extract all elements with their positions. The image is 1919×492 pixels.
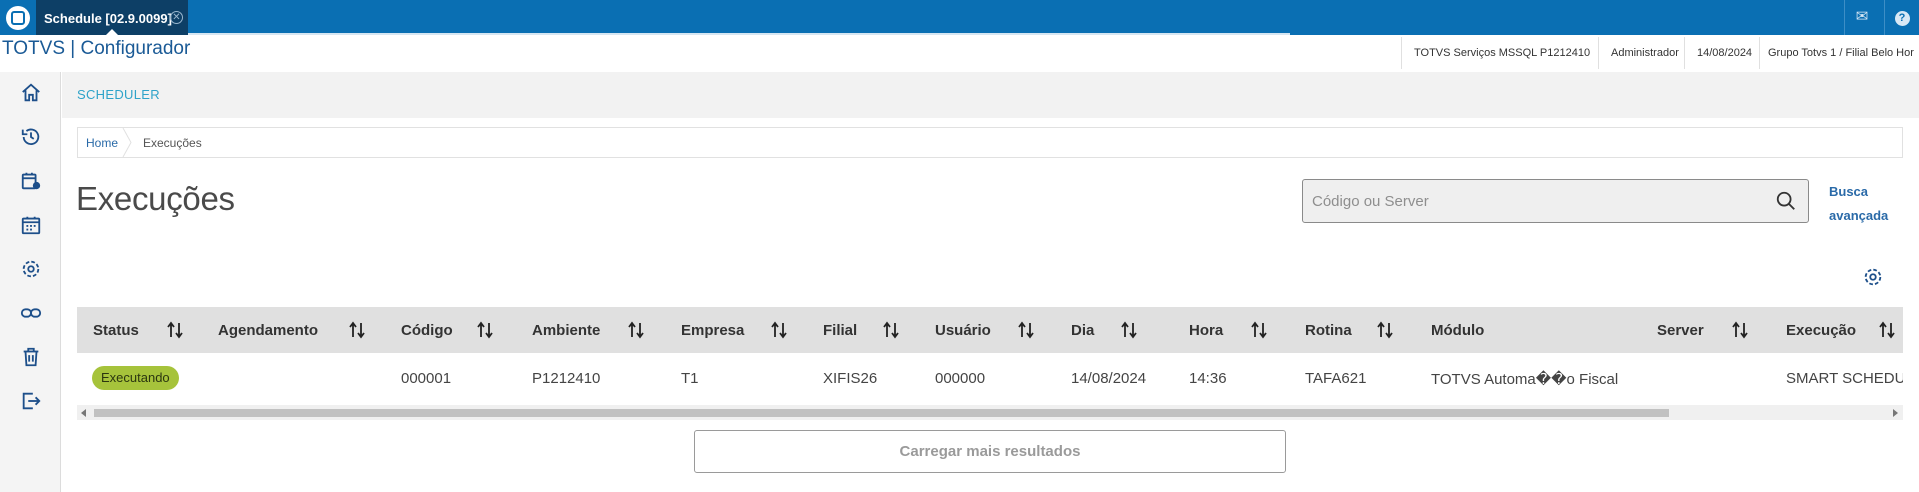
tab-title: Schedule [02.9.0099]: [44, 11, 172, 26]
cell-filial: XIFIS26: [823, 370, 878, 387]
breadcrumb-current: Execuções: [143, 136, 202, 150]
section-bar: SCHEDULER: [62, 72, 1919, 118]
sort-icon[interactable]: [771, 321, 787, 339]
date-info: 14/08/2024: [1684, 37, 1759, 69]
cell-hora: 14:36: [1189, 370, 1227, 387]
column-header-execucao[interactable]: Execução: [1786, 322, 1856, 339]
cell-rotina: TAFA621: [1305, 370, 1367, 387]
sort-icon[interactable]: [1879, 321, 1895, 339]
cell-usuario: 000000: [935, 370, 986, 387]
column-header-filial[interactable]: Filial: [823, 322, 857, 339]
column-header-rotina[interactable]: Rotina: [1305, 322, 1352, 339]
branch-info: Grupo Totvs 1 / Filial Belo Hor: [1759, 37, 1919, 69]
status-badge: Executando: [92, 366, 179, 390]
link-icon[interactable]: [20, 302, 44, 326]
column-header-server[interactable]: Server: [1657, 322, 1704, 339]
search-box: [1302, 179, 1809, 223]
history-icon[interactable]: [20, 126, 44, 150]
scrollbar-thumb[interactable]: [94, 409, 1669, 417]
breadcrumb: Home Execuções: [77, 127, 1903, 158]
app-title: TOTVS | Configurador: [2, 38, 191, 59]
sort-icon[interactable]: [1121, 321, 1137, 339]
column-header-status[interactable]: Status: [93, 322, 139, 339]
table-settings-gear-icon[interactable]: [1862, 266, 1884, 288]
column-header-hora[interactable]: Hora: [1189, 322, 1223, 339]
cell-modulo: TOTVS Automa��o Fiscal: [1431, 371, 1619, 388]
totvs-logo-icon[interactable]: [6, 6, 30, 30]
sort-icon[interactable]: [167, 321, 183, 339]
column-header-codigo[interactable]: Código: [401, 322, 453, 339]
breadcrumb-home[interactable]: Home: [86, 136, 118, 150]
sidebar: [0, 72, 61, 492]
cell-ambiente: P1212410: [532, 370, 601, 387]
sort-icon[interactable]: [1377, 321, 1393, 339]
sort-icon[interactable]: [349, 321, 365, 339]
horizontal-scrollbar[interactable]: [77, 405, 1903, 420]
sort-icon[interactable]: [628, 321, 644, 339]
table-header: Status Agendamento Código Ambiente Empre…: [77, 307, 1903, 353]
section-title: SCHEDULER: [77, 87, 160, 102]
gear-icon[interactable]: [20, 258, 44, 282]
tab-close-icon[interactable]: ✕: [170, 11, 183, 24]
advanced-search-label-2: avançada: [1829, 208, 1889, 223]
table-row[interactable]: Executando 000001 P1212410 T1 XIFIS26 00…: [77, 353, 1903, 405]
sort-icon[interactable]: [1018, 321, 1034, 339]
top-bar: Schedule [02.9.0099] ✕ ✉ ?: [0, 0, 1919, 35]
sort-icon[interactable]: [883, 321, 899, 339]
help-icon: ?: [1894, 11, 1910, 26]
user-info: Administrador: [1598, 37, 1684, 69]
sort-icon[interactable]: [1251, 321, 1267, 339]
page-title: Execuções: [76, 180, 235, 217]
cell-dia: 14/08/2024: [1071, 370, 1147, 387]
home-icon[interactable]: [20, 82, 44, 106]
advanced-search-link[interactable]: Busca avançada: [1829, 180, 1899, 228]
logout-icon[interactable]: [20, 390, 44, 414]
column-header-agendamento[interactable]: Agendamento: [218, 322, 318, 339]
scroll-left-arrow-icon[interactable]: [81, 409, 86, 417]
environment-info: TOTVS Serviços MSSQL P1212410: [1401, 37, 1598, 69]
column-header-ambiente[interactable]: Ambiente: [532, 322, 600, 339]
cell-empresa: T1: [681, 370, 699, 387]
calendar-icon[interactable]: [20, 214, 44, 238]
help-button[interactable]: ?: [1884, 0, 1919, 35]
advanced-search-label-1: Busca: [1829, 184, 1869, 199]
sort-icon[interactable]: [477, 321, 493, 339]
cell-execucao: SMART SCHEDULER: [1786, 370, 1903, 387]
column-header-empresa[interactable]: Empresa: [681, 322, 744, 339]
breadcrumb-separator-icon: [122, 128, 132, 157]
column-header-usuario[interactable]: Usuário: [935, 322, 991, 339]
trash-icon[interactable]: [20, 346, 44, 370]
cell-codigo: 000001: [401, 370, 452, 387]
executions-table: Status Agendamento Código Ambiente Empre…: [77, 307, 1903, 420]
search-input[interactable]: [1303, 180, 1763, 222]
scroll-right-arrow-icon[interactable]: [1893, 409, 1898, 417]
calendar-settings-icon[interactable]: [20, 170, 44, 194]
search-icon[interactable]: [1775, 190, 1797, 212]
sort-icon[interactable]: [1732, 321, 1748, 339]
mail-icon[interactable]: ✉: [1844, 0, 1879, 35]
column-header-dia[interactable]: Dia: [1071, 322, 1094, 339]
app-header: TOTVS | Configurador TOTVS Serviços MSSQ…: [0, 35, 1919, 71]
column-header-modulo[interactable]: Módulo: [1431, 322, 1484, 339]
load-more-button[interactable]: Carregar mais resultados: [694, 430, 1286, 473]
